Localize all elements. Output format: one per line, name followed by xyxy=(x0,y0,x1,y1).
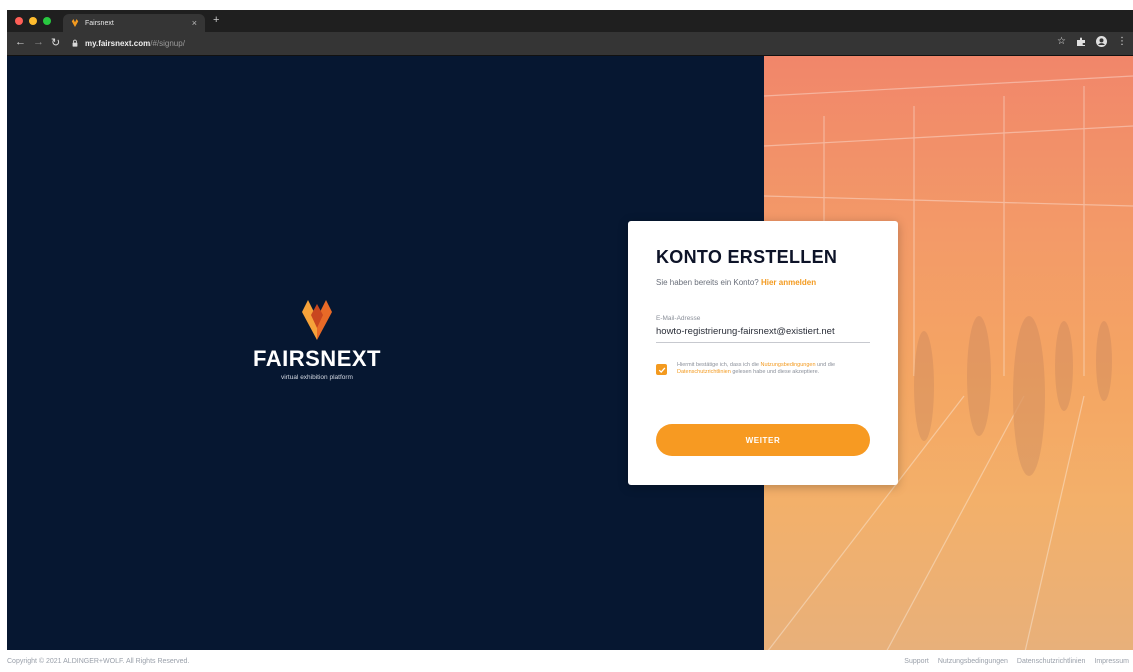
signup-card: KONTO ERSTELLEN Sie haben bereits ein Ko… xyxy=(628,221,898,485)
arrow-right-icon[interactable]: → xyxy=(33,36,44,48)
footer-link-privacy[interactable]: Datenschutzrichtlinien xyxy=(1017,658,1085,665)
brand-tagline: virtual exhibition platform xyxy=(281,374,353,381)
puzzle-icon[interactable] xyxy=(1076,37,1086,47)
email-field[interactable] xyxy=(656,324,870,343)
maximize-window-button[interactable] xyxy=(43,17,51,25)
fairsnext-logo-icon xyxy=(302,300,332,340)
tab-bar: Fairsnext × + xyxy=(7,10,1133,32)
privacy-link[interactable]: Datenschutzrichtlinien xyxy=(677,369,731,375)
star-icon[interactable]: ☆ xyxy=(1057,36,1066,47)
footer-link-support[interactable]: Support xyxy=(904,658,929,665)
minimize-window-button[interactable] xyxy=(29,17,37,25)
browser-toolbar: ← → ↻ my.fairsnext.com/#/signup/ ☆ ⋮ xyxy=(7,32,1133,56)
window-controls xyxy=(15,17,51,25)
kebab-menu-icon[interactable]: ⋮ xyxy=(1117,36,1127,47)
tab-close-icon[interactable]: × xyxy=(192,18,197,28)
favicon-icon xyxy=(71,19,79,27)
tab-title: Fairsnext xyxy=(85,19,114,27)
close-window-button[interactable] xyxy=(15,17,23,25)
consent-prefix: Hiermit bestätige ich, dass ich die xyxy=(677,362,759,368)
footer-link-terms[interactable]: Nutzungsbedingungen xyxy=(938,658,1008,665)
form-title: KONTO ERSTELLEN xyxy=(656,247,838,267)
footer-links: Support Nutzungsbedingungen Datenschutzr… xyxy=(904,658,1129,665)
email-label: E-Mail-Adresse xyxy=(656,315,701,322)
arrow-left-icon[interactable]: ← xyxy=(15,36,26,48)
copyright-text: Copyright © 2021 ALDINGER+WOLF. All Righ… xyxy=(7,658,190,665)
brand-logo: FAIRSNEXT virtual exhibition platform xyxy=(252,298,382,381)
check-icon xyxy=(658,366,665,373)
profile-icon[interactable] xyxy=(1096,36,1107,47)
url-host: my.fairsnext.com xyxy=(85,38,151,48)
signup-page: FAIRSNEXT virtual exhibition platform KO… xyxy=(7,56,1133,650)
lock-icon xyxy=(72,39,78,47)
new-tab-button[interactable]: + xyxy=(213,14,219,26)
footer-link-imprint[interactable]: Impressum xyxy=(1094,658,1129,665)
browser-window: Fairsnext × + ← → ↻ my.fairsnext.com/#/s… xyxy=(7,10,1133,650)
address-bar[interactable]: my.fairsnext.com/#/signup/ xyxy=(71,35,1113,51)
signin-prompt-text: Sie haben bereits ein Konto? xyxy=(656,278,759,287)
consent-row: Hiermit bestätige ich, dass ich die Nutz… xyxy=(656,362,870,376)
reload-icon[interactable]: ↻ xyxy=(51,36,60,49)
consent-suffix: gelesen habe und diese akzeptiere. xyxy=(732,369,820,375)
consent-and: und die xyxy=(817,362,836,368)
url-path: /#/signup/ xyxy=(150,38,185,48)
tab-fairsnext[interactable]: Fairsnext × xyxy=(63,14,205,32)
signin-link[interactable]: Hier anmelden xyxy=(761,278,816,287)
toolbar-actions: ☆ ⋮ xyxy=(1057,36,1127,47)
consent-text: Hiermit bestätige ich, dass ich die Nutz… xyxy=(677,362,870,376)
terms-link[interactable]: Nutzungsbedingungen xyxy=(760,362,815,368)
signin-prompt: Sie haben bereits ein Konto? Hier anmeld… xyxy=(656,278,870,287)
submit-button[interactable]: WEITER xyxy=(656,424,870,456)
brand-name: FAIRSNEXT xyxy=(253,346,381,371)
consent-checkbox[interactable] xyxy=(656,364,667,375)
page-footer: Copyright © 2021 ALDINGER+WOLF. All Righ… xyxy=(0,650,1133,672)
